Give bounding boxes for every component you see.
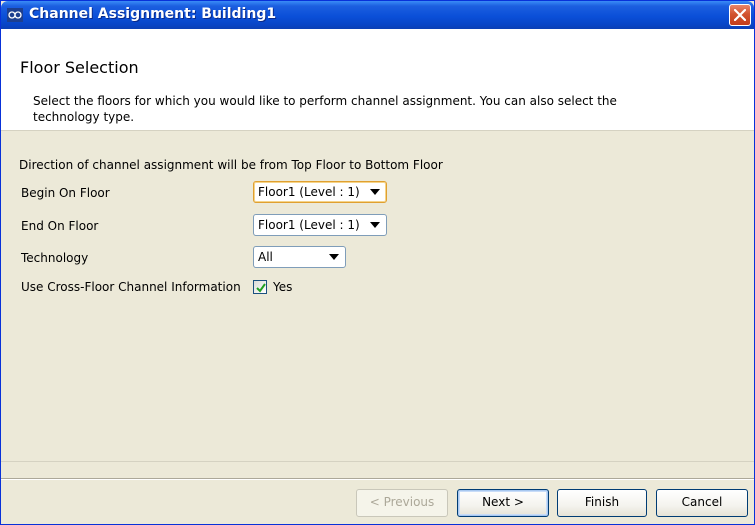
chevron-down-icon (329, 254, 339, 260)
begin-floor-label: Begin On Floor (21, 186, 110, 200)
chevron-down-icon (370, 189, 380, 195)
begin-floor-select[interactable]: Floor1 (Level : 1) (253, 181, 387, 203)
page-title: Floor Selection (20, 58, 139, 77)
finish-button[interactable]: Finish (557, 489, 647, 517)
technology-select[interactable]: All (253, 246, 346, 268)
cancel-button[interactable]: Cancel (656, 489, 748, 517)
page-description: Select the floors for which you would li… (33, 94, 617, 124)
previous-button[interactable]: < Previous (356, 489, 448, 517)
technology-value: All (258, 250, 273, 264)
window-title: Channel Assignment: Building1 (29, 6, 277, 22)
end-floor-value: Floor1 (Level : 1) (258, 218, 360, 232)
direction-text: Direction of channel assignment will be … (19, 158, 443, 172)
end-floor-select[interactable]: Floor1 (Level : 1) (253, 214, 387, 236)
chevron-down-icon (370, 222, 380, 228)
app-logo-icon (7, 8, 23, 22)
crossfloor-label: Use Cross-Floor Channel Information (21, 280, 241, 294)
crossfloor-checkbox[interactable] (253, 280, 267, 294)
form-area: Direction of channel assignment will be … (1, 131, 754, 461)
close-button[interactable] (729, 4, 751, 26)
technology-label: Technology (21, 251, 89, 265)
title-bar[interactable]: Channel Assignment: Building1 (1, 1, 754, 29)
end-floor-label: End On Floor (21, 219, 99, 233)
close-icon (734, 9, 746, 21)
next-button[interactable]: Next > (457, 489, 549, 517)
header-panel: Floor Selection Select the floors for wh… (1, 29, 754, 131)
divider (1, 461, 754, 462)
crossfloor-option-label: Yes (273, 280, 293, 294)
divider (1, 479, 754, 480)
begin-floor-value: Floor1 (Level : 1) (258, 185, 360, 199)
dialog-window: Channel Assignment: Building1 Floor Sele… (0, 0, 755, 525)
checkmark-icon (256, 283, 266, 293)
